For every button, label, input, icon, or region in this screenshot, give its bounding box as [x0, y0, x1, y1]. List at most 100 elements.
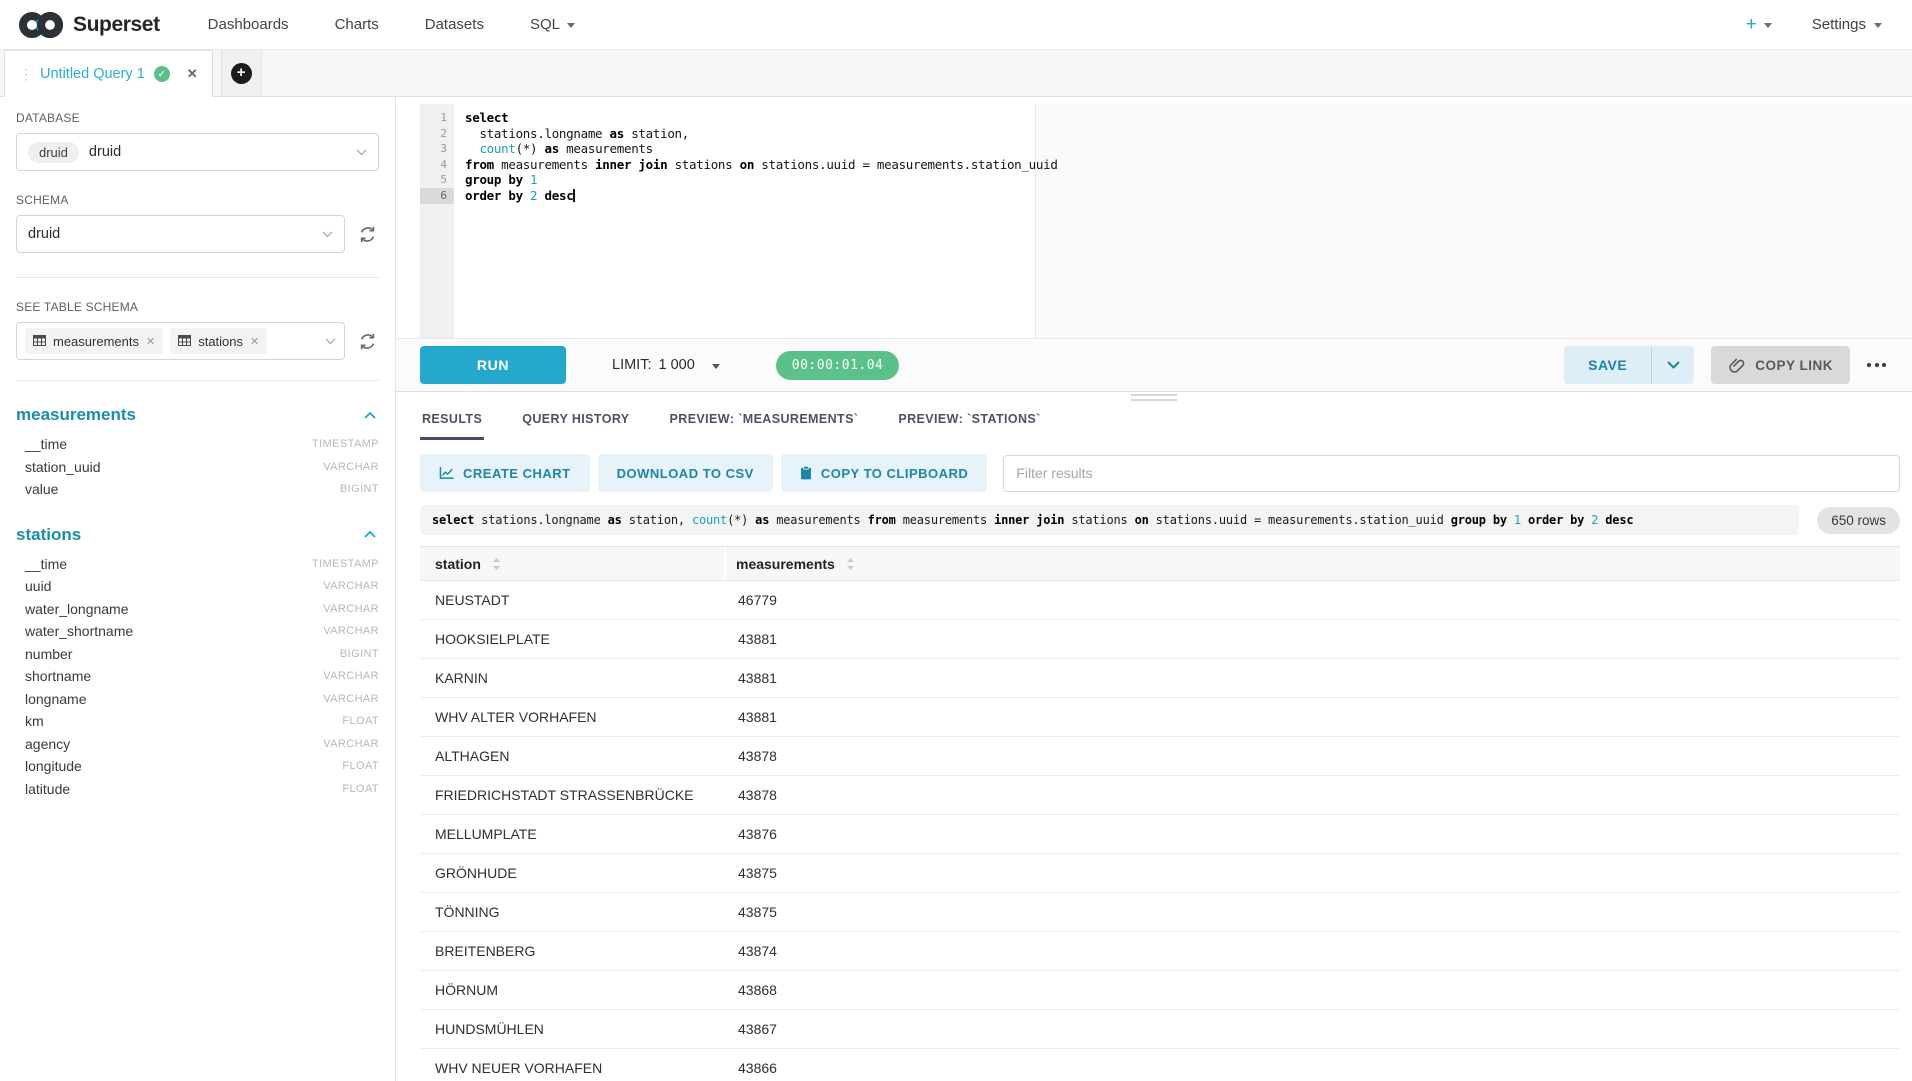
sql-token: group by [1451, 513, 1507, 527]
superset-logo[interactable]: Superset [18, 11, 160, 39]
sql-token: select [432, 513, 474, 527]
column-type: VARCHAR [323, 693, 379, 705]
column-header-measurements[interactable]: measurements [726, 547, 1900, 580]
copy-link-button[interactable]: COPY LINK [1711, 346, 1850, 384]
nav-item-label: Charts [335, 16, 379, 33]
results-tab-query-history[interactable]: QUERY HISTORY [520, 403, 631, 440]
schema-table-name: measurements [16, 405, 136, 425]
new-item-menu[interactable]: + [1746, 15, 1772, 34]
top-nav: Superset Dashboards Charts Datasets SQL + S… [0, 0, 1912, 50]
code-line: from measurements inner join stations on… [465, 157, 1058, 173]
save-button[interactable]: SAVE [1564, 346, 1651, 384]
chevron-up-icon[interactable] [361, 528, 379, 541]
column-type: VARCHAR [323, 738, 379, 750]
sort-icon [492, 557, 501, 571]
tab-untitled-query-1[interactable]: ⋮ Untitled Query 1 ✓ ✕ [4, 50, 213, 97]
sql-editor-section: 123456 select stations.longname as stati… [396, 97, 1912, 339]
results-tab-bar: RESULTS QUERY HISTORY PREVIEW: `MEASUREMEN… [396, 403, 1912, 440]
copy-to-clipboard-button[interactable]: COPY TO CLIPBOARD [781, 454, 987, 492]
cell-measurements: 43881 [728, 670, 1900, 686]
save-options-button[interactable] [1652, 346, 1694, 384]
caret-down-icon [567, 23, 575, 28]
sql-token: measurements [494, 157, 595, 172]
limit-dropdown[interactable]: LIMIT: 1 000 [612, 357, 720, 373]
table-row: NEUSTADT46779 [420, 581, 1900, 620]
add-tab-button[interactable]: + [221, 50, 262, 96]
cell-station: KARNIN [420, 670, 728, 686]
more-options-button[interactable] [1865, 357, 1888, 373]
chevron-up-icon[interactable] [361, 409, 379, 422]
refresh-icon [358, 225, 377, 244]
chevron-down-icon [1667, 361, 1680, 369]
sql-token: stations.longname [474, 513, 607, 527]
results-tab-preview-stations[interactable]: PREVIEW: `STATIONS` [896, 403, 1042, 440]
sql-token: (*) [516, 141, 545, 156]
chevron-down-icon [322, 231, 333, 238]
sql-token: as [755, 513, 769, 527]
chip-remove-icon[interactable]: ✕ [146, 335, 155, 348]
create-chart-button[interactable]: CREATE CHART [420, 454, 590, 492]
column-header-station[interactable]: station [420, 547, 726, 580]
column-row: station_uuidVARCHAR [16, 456, 379, 479]
cell-measurements: 43867 [728, 1021, 1900, 1037]
close-tab-icon[interactable]: ✕ [187, 66, 198, 82]
sql-token: count [479, 141, 515, 156]
editor-gutter: 123456 [420, 104, 454, 339]
code-line: select [465, 110, 1058, 126]
column-type: TIMESTAMP [312, 558, 379, 570]
sql-token: on [740, 157, 754, 172]
sql-token: from [465, 157, 494, 172]
download-to-csv-button[interactable]: DOWNLOAD TO CSV [598, 454, 773, 492]
cell-station: FRIEDRICHSTADT STRASSENBRÜCKE [420, 787, 728, 803]
main-nav: Dashboards Charts Datasets SQL [208, 16, 575, 33]
link-icon [1728, 357, 1745, 374]
schema-table-header: stations [16, 525, 379, 545]
column-row: longitudeFLOAT [16, 755, 379, 778]
pane-resize-handle[interactable] [396, 392, 1912, 403]
chevron-down-icon [325, 338, 336, 345]
sql-editor[interactable]: select stations.longname as station, cou… [454, 104, 1058, 339]
table-row: HÖRNUM43868 [420, 971, 1900, 1010]
sql-token: measurements [769, 513, 867, 527]
schema-table-measurements: measurements__timeTIMESTAMPstation_uuidV… [16, 405, 379, 501]
nav-item-dashboards[interactable]: Dashboards [208, 16, 289, 33]
refresh-schema-button[interactable] [355, 222, 379, 246]
results-tab-preview-measurements[interactable]: PREVIEW: `MEASUREMENTS` [668, 403, 861, 440]
sql-token: from [868, 513, 896, 527]
line-number: 5 [420, 172, 447, 188]
table-schema-select[interactable]: measurements✕stations✕ [16, 322, 345, 360]
column-name: agency [16, 736, 70, 752]
caret-down-icon [1874, 23, 1882, 28]
nav-item-sql[interactable]: SQL [530, 16, 575, 33]
column-name: uuid [16, 578, 51, 594]
nav-right: + Settings [1746, 15, 1912, 34]
column-name: __time [16, 556, 67, 572]
refresh-tables-button[interactable] [355, 329, 379, 353]
cell-measurements: 43874 [728, 943, 1900, 959]
settings-menu[interactable]: Settings [1812, 16, 1882, 33]
cell-station: GRÖNHUDE [420, 865, 728, 881]
sql-lab-sidebar: DATABASE druid druid SCHEMA druid [0, 97, 396, 1081]
cell-measurements: 43878 [728, 787, 1900, 803]
filter-results-input[interactable] [1003, 455, 1900, 492]
run-button[interactable]: RUN [420, 346, 566, 384]
nav-item-charts[interactable]: Charts [335, 16, 379, 33]
column-type: VARCHAR [323, 461, 379, 473]
sql-token: as [545, 141, 559, 156]
line-number: 2 [420, 126, 447, 142]
nav-item-label: Dashboards [208, 16, 289, 33]
database-select[interactable]: druid druid [16, 133, 379, 171]
cell-station: MELLUMPLATE [420, 826, 728, 842]
results-tab-results[interactable]: RESULTS [420, 403, 484, 440]
nav-item-datasets[interactable]: Datasets [425, 16, 484, 33]
chip-remove-icon[interactable]: ✕ [250, 335, 259, 348]
column-row: uuidVARCHAR [16, 575, 379, 598]
cell-station: TÖNNING [420, 904, 728, 920]
sql-token: inner join [994, 513, 1064, 527]
schema-select[interactable]: druid [16, 215, 345, 253]
sql-token: station, [622, 513, 692, 527]
line-number: 6 [420, 188, 454, 204]
schema-table-name: stations [16, 525, 81, 545]
sql-token [465, 141, 479, 156]
column-row: __time TIMESTAMP [16, 553, 379, 576]
